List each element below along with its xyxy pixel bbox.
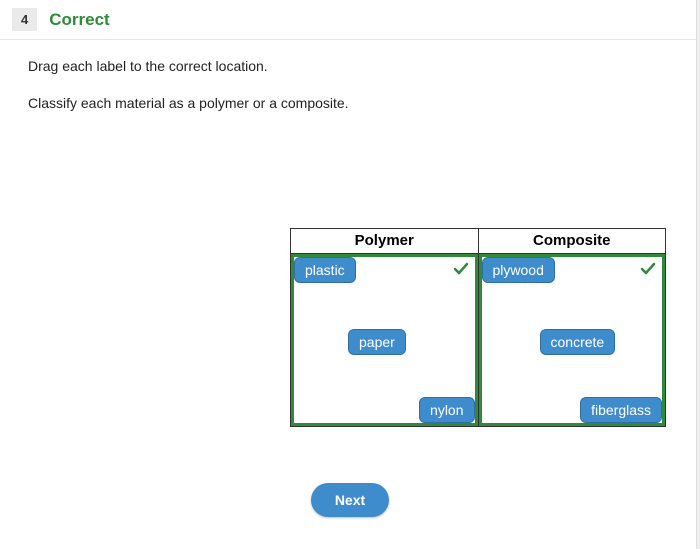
composite-dropzone[interactable]: plywood concrete fiberglass <box>479 254 666 426</box>
chip-nylon[interactable]: nylon <box>419 397 474 423</box>
chip-concrete[interactable]: concrete <box>540 329 616 355</box>
classification-table: Polymer plastic paper nylon Composite pl… <box>290 228 666 427</box>
question-number: 4 <box>12 8 37 31</box>
next-button-wrap: Next <box>0 483 700 517</box>
scrollbar[interactable] <box>696 0 700 549</box>
instructions: Drag each label to the correct location.… <box>0 40 700 134</box>
chip-paper[interactable]: paper <box>348 329 406 355</box>
instruction-line-2: Classify each material as a polymer or a… <box>28 93 672 114</box>
composite-column: Composite plywood concrete fiberglass <box>478 229 666 426</box>
chip-plastic[interactable]: plastic <box>294 257 356 283</box>
polymer-dropzone[interactable]: plastic paper nylon <box>291 254 478 426</box>
check-icon <box>453 261 469 280</box>
polymer-header: Polymer <box>291 229 478 254</box>
question-header: 4 Correct <box>0 0 700 40</box>
composite-header: Composite <box>479 229 666 254</box>
instruction-line-1: Drag each label to the correct location. <box>28 56 672 77</box>
next-button[interactable]: Next <box>311 483 389 517</box>
check-icon <box>640 261 656 280</box>
chip-fiberglass[interactable]: fiberglass <box>580 397 662 423</box>
status-label: Correct <box>49 10 109 30</box>
chip-plywood[interactable]: plywood <box>482 257 555 283</box>
polymer-column: Polymer plastic paper nylon <box>291 229 478 426</box>
